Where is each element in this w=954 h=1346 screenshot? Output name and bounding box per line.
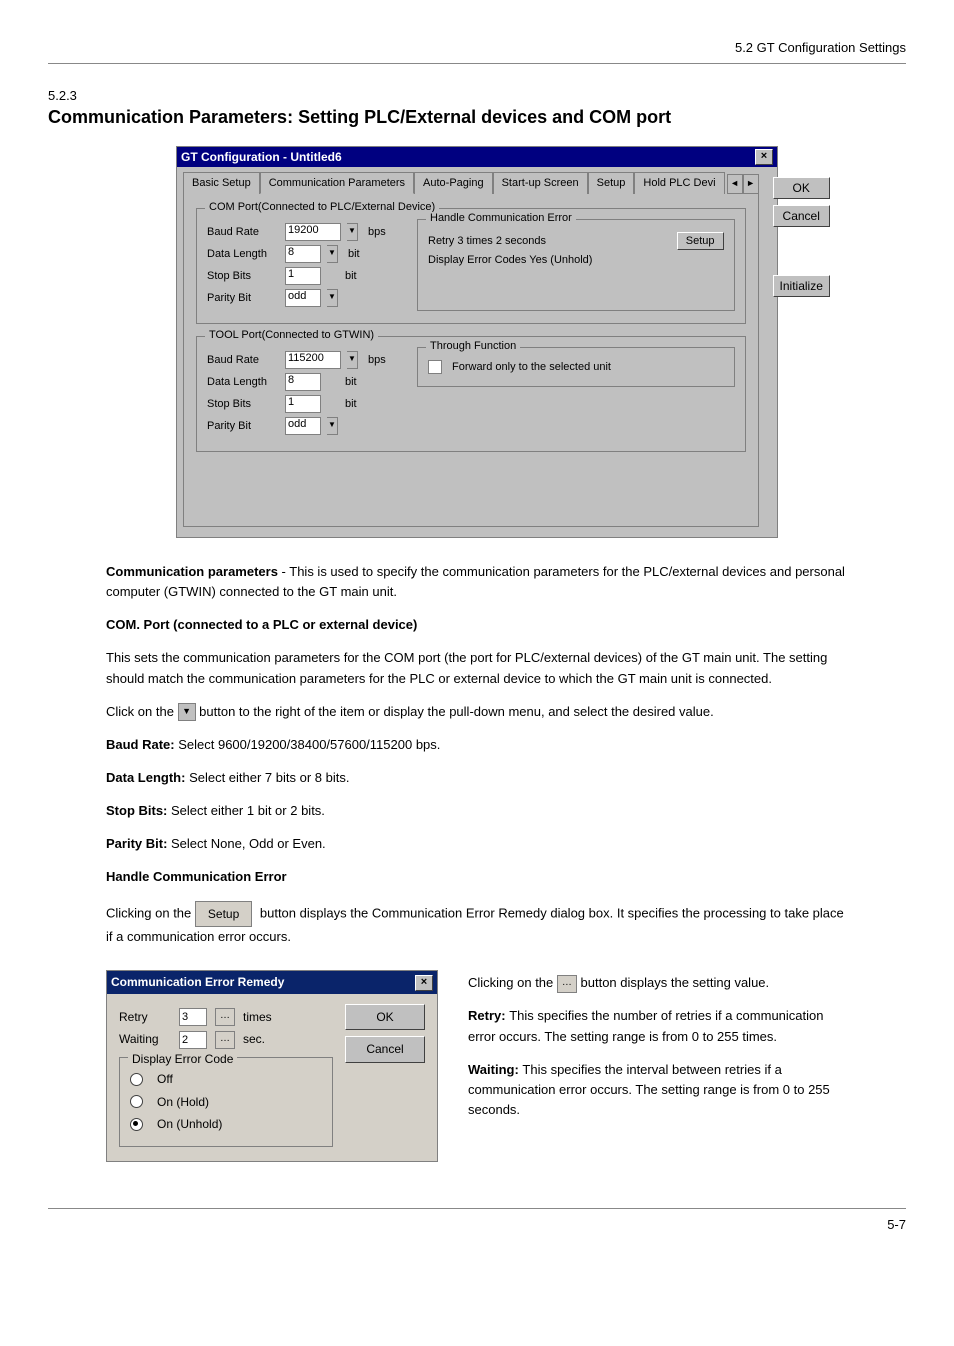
display-error-code-group: Off On (Hold) On (Unhold) [119, 1057, 333, 1147]
com-baud-label: Baud Rate [207, 226, 279, 238]
comm-error-remedy-dialog: Communication Error Remedy × Retry 3 … t… [106, 970, 438, 1162]
radio-on-unhold[interactable] [130, 1118, 143, 1131]
com-heading: COM. Port (connected to a PLC or externa… [106, 615, 848, 635]
side-b: button displays the setting value. [581, 975, 770, 990]
com-p1: This sets the communication parameters f… [106, 648, 848, 688]
cancel-button[interactable]: Cancel [345, 1036, 425, 1063]
tool-baud-label: Baud Rate [207, 354, 279, 366]
com-stop-unit: bit [345, 270, 357, 282]
dialog-title: GT Configuration - Untitled6 [181, 150, 342, 164]
datalen-detail: Select either 7 bits or 8 bits. [189, 770, 349, 785]
ellipsis-icon[interactable]: … [215, 1031, 235, 1049]
tab-scroll-right-icon[interactable]: ► [743, 174, 759, 194]
retry-summary: Retry 3 times 2 seconds [428, 235, 546, 247]
stop-detail: Select either 1 bit or 2 bits. [171, 803, 325, 818]
chevron-down-icon[interactable]: ▼ [347, 351, 358, 369]
through-checkbox-label: Forward only to the selected unit [452, 361, 611, 373]
display-error-summary: Display Error Codes Yes (Unhold) [428, 254, 592, 266]
parity-detail: Select None, Odd or Even. [171, 836, 326, 851]
radio-off[interactable] [130, 1073, 143, 1086]
tool-port-group: Baud Rate 115200 ▼ bps Data Length 8 bit Stop… [196, 336, 746, 452]
tool-stop-label: Stop Bits [207, 398, 279, 410]
baud-detail: Select 9600/19200/38400/57600/115200 bps… [178, 737, 440, 752]
com-baud-unit: bps [368, 226, 386, 238]
tab-communication-parameters[interactable]: Communication Parameters [260, 172, 414, 194]
initialize-button[interactable]: Initialize [773, 275, 830, 297]
handle-heading: Handle Communication Error [106, 867, 848, 887]
intro-lead: Communication parameters [106, 564, 278, 579]
tool-datalen-unit: bit [345, 376, 357, 388]
page-footer: 5-7 [48, 1208, 906, 1232]
ok-button[interactable]: OK [345, 1004, 425, 1031]
gt-config-dialog: GT Configuration - Untitled6 × Basic Set… [176, 146, 778, 538]
tab-setup[interactable]: Setup [588, 172, 635, 194]
com-p2a: Click on the [106, 704, 178, 719]
waiting-unit: sec. [243, 1030, 265, 1049]
section-number: 5.2.3 [48, 88, 906, 103]
header-rule [48, 63, 906, 64]
tool-parity-label: Parity Bit [207, 420, 279, 432]
ellipsis-icon[interactable]: … [215, 1008, 235, 1026]
com-baud-input[interactable]: 19200 [285, 223, 341, 241]
setup-button[interactable]: Setup [677, 232, 724, 250]
page-number: 5-7 [887, 1217, 906, 1232]
com-datalen-input[interactable]: 8 [285, 245, 321, 263]
com-port-group: Baud Rate 19200 ▼ bps Data Length 8 ▼ bit Stop… [196, 208, 746, 324]
com-stop-input[interactable]: 1 [285, 267, 321, 285]
opt-off-label: Off [157, 1070, 173, 1089]
setup-button-inline: Setup [195, 901, 252, 928]
tab-strip: Basic Setup Communication Parameters Aut… [183, 171, 725, 194]
tab-hold-plc[interactable]: Hold PLC Devi [634, 172, 724, 194]
waiting-label: Waiting [119, 1030, 171, 1049]
tab-scroll-left-icon[interactable]: ◄ [727, 174, 743, 194]
dialog2-titlebar: Communication Error Remedy × [107, 971, 437, 994]
through-checkbox[interactable] [428, 360, 442, 374]
chevron-down-icon[interactable]: ▼ [327, 417, 338, 435]
close-icon[interactable]: × [415, 975, 433, 991]
dialog-titlebar: GT Configuration - Untitled6 × [177, 147, 777, 167]
com-stop-label: Stop Bits [207, 270, 279, 282]
section-title: Communication Parameters: Setting PLC/Ex… [48, 107, 906, 128]
tool-stop-input[interactable]: 1 [285, 395, 321, 413]
side-a: Clicking on the [468, 975, 557, 990]
retry-input[interactable]: 3 [179, 1008, 207, 1026]
tab-auto-paging[interactable]: Auto-Paging [414, 172, 493, 194]
tab-scroll: ◄ ► [727, 174, 759, 194]
retry-unit: times [243, 1008, 272, 1027]
tool-baud-unit: bps [368, 354, 386, 366]
chevron-down-icon[interactable]: ▼ [327, 289, 338, 307]
ellipsis-icon: … [557, 975, 577, 993]
chevron-down-icon[interactable]: ▼ [327, 245, 338, 263]
com-parity-input[interactable]: odd [285, 289, 321, 307]
com-datalen-label: Data Length [207, 248, 279, 260]
radio-on-hold[interactable] [130, 1095, 143, 1108]
waiting-input[interactable]: 2 [179, 1031, 207, 1049]
com-datalen-unit: bit [348, 248, 360, 260]
dialog2-title: Communication Error Remedy [111, 973, 284, 992]
tool-datalen-label: Data Length [207, 376, 279, 388]
cancel-button[interactable]: Cancel [773, 205, 830, 227]
chevron-down-icon[interactable]: ▼ [347, 223, 358, 241]
com-p2b: button to the right of the item or displ… [199, 704, 714, 719]
tool-parity-input[interactable]: odd [285, 417, 321, 435]
section-ref: 5.2 GT Configuration Settings [48, 40, 906, 55]
handle-comm-error-group: Retry 3 times 2 seconds Setup Display Er… [417, 219, 735, 311]
tool-datalen-input[interactable]: 8 [285, 373, 321, 391]
retry-detail: This specifies the number of retries if … [468, 1008, 824, 1043]
opt-unhold-label: On (Unhold) [157, 1115, 222, 1134]
through-function-group: Forward only to the selected unit [417, 347, 735, 387]
tool-baud-input[interactable]: 115200 [285, 351, 341, 369]
tab-basic-setup[interactable]: Basic Setup [183, 172, 260, 194]
handle-p1a: Clicking on the [106, 905, 195, 920]
retry-label: Retry [119, 1008, 171, 1027]
tab-startup-screen[interactable]: Start-up Screen [493, 172, 588, 194]
waiting-detail: This specifies the interval between retr… [468, 1062, 830, 1117]
ok-button[interactable]: OK [773, 177, 830, 199]
com-parity-label: Parity Bit [207, 292, 279, 304]
chevron-down-icon: ▼ [178, 703, 196, 721]
close-icon[interactable]: × [755, 149, 773, 165]
opt-hold-label: On (Hold) [157, 1093, 209, 1112]
tool-stop-unit: bit [345, 398, 357, 410]
